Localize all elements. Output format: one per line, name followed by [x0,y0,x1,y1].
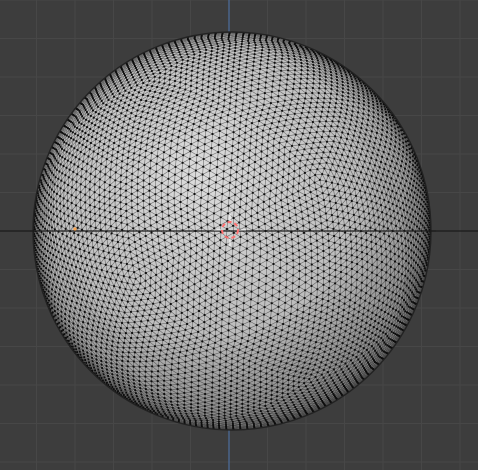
viewport-canvas[interactable] [0,0,478,470]
object-origin-icon [73,227,77,231]
3d-viewport[interactable] [0,0,478,470]
